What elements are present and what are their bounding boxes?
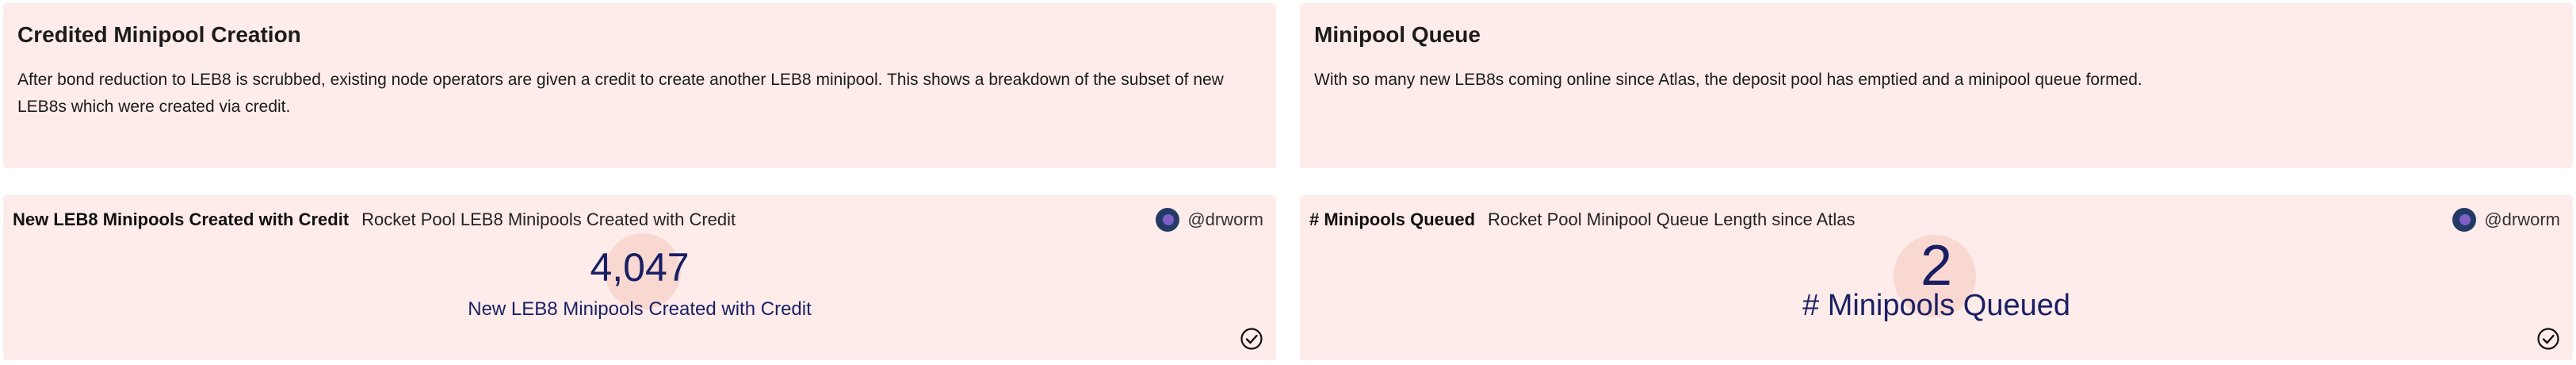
author-link[interactable]: @drworm: [2452, 208, 2560, 232]
widget-title: Credited Minipool Creation: [17, 22, 301, 47]
counter-value: 4,047: [590, 245, 690, 290]
avatar: [1156, 208, 1180, 232]
text-widget-minipool-queue: Minipool Queue With so many new LEB8s co…: [1300, 3, 2573, 168]
widget-header: # Minipools Queued Rocket Pool Minipool …: [1309, 206, 2560, 233]
avatar: [2452, 208, 2477, 232]
check-circle-icon[interactable]: [1240, 327, 1263, 351]
counter-label: # Minipools Queued: [1802, 289, 2070, 322]
visualization-name[interactable]: New LEB8 Minipools Created with Credit: [13, 209, 349, 230]
widget-description: With so many new LEB8s coming online sin…: [1314, 71, 2142, 89]
author-link[interactable]: @drworm: [1156, 208, 1263, 232]
query-name-link[interactable]: Rocket Pool Minipool Queue Length since …: [1488, 209, 1856, 230]
counter-widget-minipools-queued[interactable]: # Minipools Queued Rocket Pool Minipool …: [1300, 195, 2573, 360]
widget-header: New LEB8 Minipools Created with Credit R…: [13, 206, 1263, 233]
widget-description: After bond reduction to LEB8 is scrubbed…: [17, 71, 1224, 116]
counter-label: New LEB8 Minipools Created with Credit: [468, 298, 812, 320]
author-handle: @drworm: [2484, 209, 2560, 229]
widget-title: Minipool Queue: [1314, 22, 1481, 47]
counter-widget-leb8-credit[interactable]: New LEB8 Minipools Created with Credit R…: [3, 195, 1276, 360]
text-widget-credited-minipool-creation: Credited Minipool Creation After bond re…: [3, 3, 1276, 168]
visualization-name[interactable]: # Minipools Queued: [1309, 209, 1475, 230]
author-handle: @drworm: [1187, 209, 1263, 229]
check-circle-icon[interactable]: [2536, 327, 2560, 351]
query-name-link[interactable]: Rocket Pool LEB8 Minipools Created with …: [361, 209, 736, 230]
